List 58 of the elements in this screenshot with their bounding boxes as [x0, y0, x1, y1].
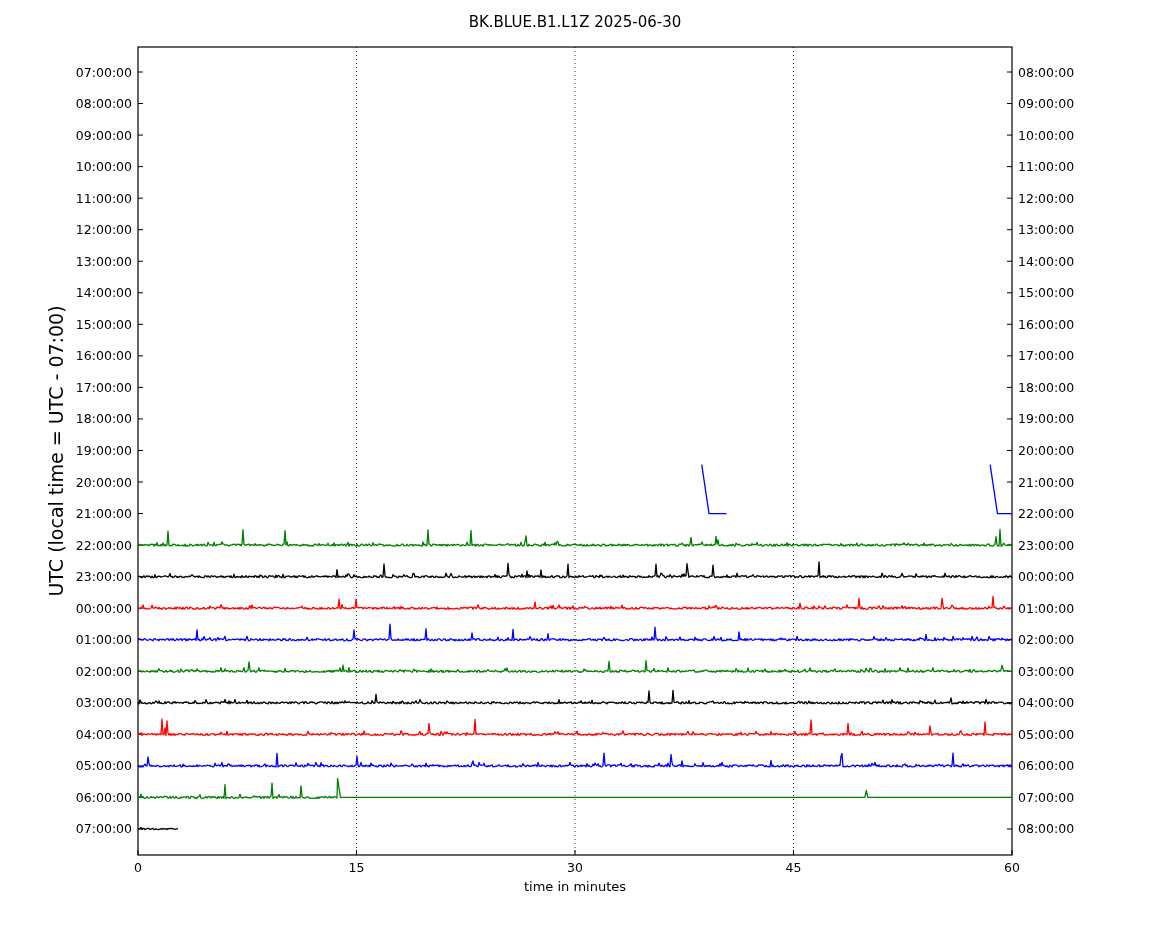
y-tick-label: 11:00:00 [1018, 159, 1075, 175]
y-tick-label: 05:00:00 [1018, 726, 1075, 742]
y-tick-label: 03:00:00 [1018, 663, 1075, 679]
y-tick-label: 08:00:00 [1018, 64, 1075, 80]
y-tick-label: 10:00:00 [75, 159, 132, 175]
y-tick-label: 19:00:00 [1018, 411, 1075, 427]
x-tick-label: 45 [785, 860, 802, 875]
y-tick-label: 13:00:00 [75, 253, 132, 269]
y-tick-label: 17:00:00 [75, 379, 132, 395]
y-tick-label: 00:00:00 [75, 600, 132, 616]
y-tick-label: 03:00:00 [75, 695, 132, 711]
x-tick-label: 30 [567, 860, 583, 875]
y-tick-label: 14:00:00 [75, 285, 132, 301]
y-tick-label: 07:00:00 [1018, 789, 1075, 805]
y-tick-label: 16:00:00 [75, 348, 132, 364]
y-tick-label: 01:00:00 [75, 632, 132, 648]
y-tick-label: 18:00:00 [75, 411, 132, 427]
y-tick-label: 22:00:00 [75, 537, 132, 553]
chart-title: BK.BLUE.B1.L1Z 2025-06-30 [468, 13, 682, 31]
y-tick-label: 21:00:00 [1018, 474, 1075, 490]
y-tick-label: 23:00:00 [1018, 537, 1075, 553]
y-tick-label: 00:00:00 [1018, 569, 1075, 585]
y-axis-title: UTC (local time = UTC - 07:00) [45, 305, 67, 597]
x-tick-label: 0 [134, 860, 142, 875]
y-tick-label: 18:00:00 [1018, 379, 1075, 395]
y-tick-label: 12:00:00 [75, 222, 132, 238]
y-tick-label: 05:00:00 [75, 758, 132, 774]
y-tick-label: 16:00:00 [1018, 316, 1075, 332]
y-tick-label: 20:00:00 [1018, 443, 1075, 458]
x-axis-title: time in minutes [523, 879, 627, 894]
y-tick-label: 10:00:00 [1018, 127, 1075, 143]
y-tick-label: 15:00:00 [1018, 285, 1075, 301]
y-tick-label: 22:00:00 [1018, 506, 1075, 522]
x-tick-label: 15 [348, 860, 365, 875]
y-tick-label: 09:00:00 [1018, 96, 1075, 112]
y-tick-label: 21:00:00 [75, 506, 132, 522]
y-tick-label: 19:00:00 [75, 443, 132, 458]
y-tick-label: 07:00:00 [75, 821, 132, 837]
y-tick-label: 17:00:00 [1018, 348, 1075, 364]
y-tick-label: 04:00:00 [75, 726, 132, 742]
y-tick-label: 07:00:00 [75, 64, 132, 80]
y-tick-label: 04:00:00 [1018, 695, 1075, 711]
y-tick-label: 23:00:00 [75, 569, 132, 585]
y-tick-label: 08:00:00 [1018, 821, 1075, 837]
y-tick-label: 14:00:00 [1018, 253, 1075, 269]
y-tick-label: 01:00:00 [1018, 600, 1075, 616]
y-tick-label: 06:00:00 [75, 789, 132, 805]
x-tick-label: 60 [1004, 860, 1020, 875]
y-tick-label: 13:00:00 [1018, 222, 1075, 238]
y-tick-label: 08:00:00 [75, 96, 132, 112]
y-tick-label: 02:00:00 [75, 663, 132, 679]
y-tick-label: 09:00:00 [75, 127, 132, 143]
y-tick-label: 06:00:00 [1018, 758, 1075, 774]
y-tick-label: 11:00:00 [75, 190, 132, 206]
y-tick-label: 15:00:00 [75, 316, 132, 332]
y-tick-label: 20:00:00 [75, 474, 132, 490]
y-tick-label: 02:00:00 [1018, 632, 1075, 648]
y-tick-label: 12:00:00 [1018, 190, 1075, 206]
